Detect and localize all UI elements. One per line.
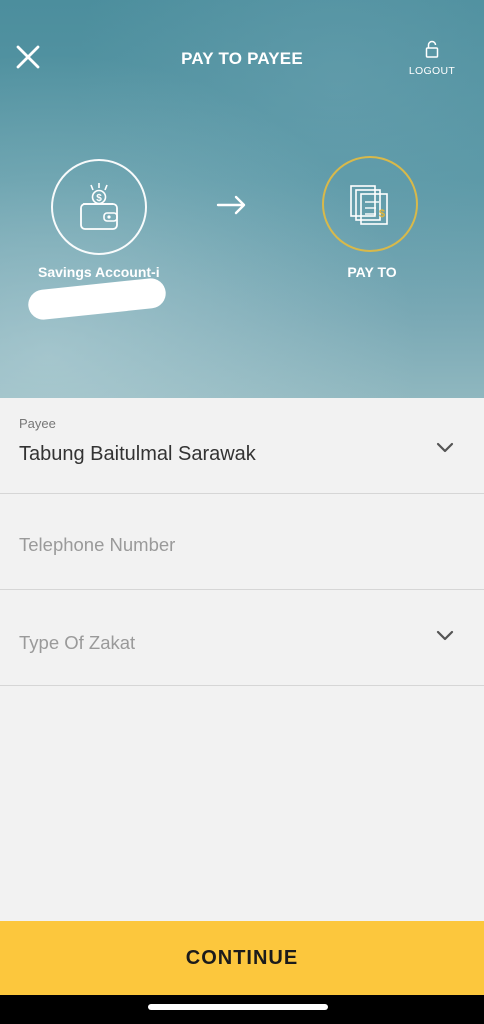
from-account-circle: $ bbox=[51, 159, 147, 255]
logout-button[interactable]: LOGOUT bbox=[406, 40, 458, 77]
payee-value: Tabung Baitulmal Sarawak bbox=[19, 443, 256, 465]
arrow-right-icon bbox=[216, 195, 246, 215]
from-account-label: Savings Account-i bbox=[38, 264, 160, 280]
telephone-placeholder: Telephone Number bbox=[19, 534, 176, 555]
logout-label: LOGOUT bbox=[408, 65, 456, 77]
lock-icon bbox=[425, 40, 439, 58]
telephone-field[interactable]: Telephone Number bbox=[0, 494, 484, 590]
chevron-down-icon bbox=[436, 630, 454, 641]
home-indicator[interactable] bbox=[148, 1004, 328, 1010]
bill-icon: $ bbox=[350, 185, 388, 225]
pay-to-circle: $ bbox=[322, 156, 418, 252]
payee-dropdown[interactable]: Payee Tabung Baitulmal Sarawak bbox=[0, 398, 484, 494]
chevron-down-icon bbox=[436, 442, 454, 453]
zakat-type-placeholder: Type Of Zakat bbox=[19, 632, 136, 653]
header-background: PAY TO PAYEE LOGOUT $ $ Savings Account-… bbox=[0, 0, 484, 398]
zakat-type-dropdown[interactable]: Type Of Zakat bbox=[0, 590, 484, 686]
svg-text:$: $ bbox=[379, 208, 385, 220]
continue-button[interactable]: CONTINUE bbox=[0, 921, 484, 995]
wallet-icon: $ bbox=[80, 183, 118, 230]
pay-to-label: PAY TO bbox=[347, 264, 397, 280]
redaction-mark bbox=[26, 276, 168, 322]
system-nav-bar bbox=[0, 995, 484, 1024]
svg-text:$: $ bbox=[96, 193, 102, 204]
payment-form: Payee Tabung Baitulmal Sarawak Telephone… bbox=[0, 398, 484, 686]
payee-label: Payee bbox=[19, 416, 56, 431]
